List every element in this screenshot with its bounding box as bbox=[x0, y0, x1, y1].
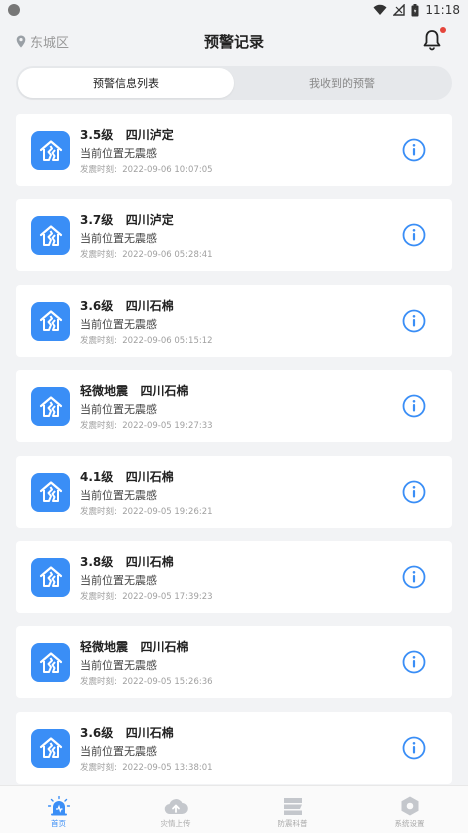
record-status: 当前位置无震感 bbox=[80, 403, 157, 417]
status-bar: 11:18 bbox=[0, 0, 468, 20]
record-status: 当前位置无震感 bbox=[80, 317, 157, 331]
record-title: 轻微地震 四川石棉 bbox=[80, 640, 189, 655]
record-time: 发震时刻: 2022-09-05 13:38:01 bbox=[80, 762, 213, 773]
alarm-icon bbox=[47, 796, 70, 816]
earthquake-house-icon bbox=[31, 387, 70, 427]
earthquake-house-icon bbox=[31, 216, 70, 256]
record-time: 发震时刻: 2022-09-05 19:26:21 bbox=[80, 506, 213, 517]
warning-record-card[interactable]: 轻微地震 四川石棉 当前位置无震感 发震时刻: 2022-09-05 19:27… bbox=[16, 370, 452, 443]
record-status: 当前位置无震感 bbox=[80, 232, 157, 246]
record-title: 轻微地震 四川石棉 bbox=[80, 384, 189, 399]
nav-disaster-upload-label: 灾情上传 bbox=[160, 819, 191, 828]
warning-record-card[interactable]: 3.8级 四川石棉 当前位置无震感 发震时刻: 2022-09-05 17:39… bbox=[16, 540, 452, 613]
warning-record-card[interactable]: 3.6级 四川石棉 当前位置无震感 发震时刻: 2022-09-05 13:38… bbox=[16, 711, 452, 784]
info-icon[interactable] bbox=[402, 480, 426, 504]
earthquake-house-icon bbox=[31, 131, 70, 170]
record-time: 发震时刻: 2022-09-05 17:39:23 bbox=[80, 591, 213, 602]
tab-received-warnings[interactable]: 我收到的预警 bbox=[234, 68, 450, 98]
wifi-icon bbox=[373, 4, 387, 15]
record-title: 3.5级 四川泸定 bbox=[80, 128, 174, 142]
earthquake-house-icon bbox=[31, 557, 70, 597]
record-status: 当前位置无震感 bbox=[80, 744, 157, 758]
nav-science[interactable]: 防震科普 bbox=[234, 786, 351, 833]
info-icon[interactable] bbox=[402, 650, 426, 674]
status-time: 11:18 bbox=[425, 3, 460, 17]
book-icon bbox=[283, 798, 302, 815]
tab-warning-list[interactable]: 预警信息列表 bbox=[18, 68, 234, 98]
earthquake-house-icon bbox=[31, 643, 70, 683]
page-title: 预警记录 bbox=[203, 33, 264, 51]
no-signal-icon bbox=[393, 4, 406, 16]
nav-settings[interactable]: 系统设置 bbox=[351, 786, 468, 833]
warning-list: 3.5级 四川泸定 当前位置无震感 发震时刻: 2022-09-06 10:07… bbox=[16, 114, 452, 797]
bottom-nav: 首页 灾情上传 防震科普 系统设置 bbox=[0, 785, 468, 833]
earthquake-house-icon bbox=[31, 472, 70, 512]
notification-dot-icon bbox=[8, 4, 20, 16]
nav-settings-label: 系统设置 bbox=[394, 819, 425, 828]
nav-home[interactable]: 首页 bbox=[0, 786, 117, 833]
unread-badge bbox=[440, 27, 446, 33]
record-title: 3.6级 四川石棉 bbox=[80, 298, 174, 313]
record-status: 当前位置无震感 bbox=[80, 147, 157, 160]
warning-record-card[interactable]: 3.7级 四川泸定 当前位置无震感 发震时刻: 2022-09-06 05:28… bbox=[16, 199, 452, 272]
record-title: 3.7级 四川泸定 bbox=[80, 213, 174, 228]
record-status: 当前位置无震感 bbox=[80, 488, 157, 502]
record-time: 发震时刻: 2022-09-06 10:07:05 bbox=[80, 165, 213, 175]
info-icon[interactable] bbox=[402, 394, 426, 418]
warning-record-card[interactable]: 3.6级 四川石棉 当前位置无震感 发震时刻: 2022-09-06 05:15… bbox=[16, 284, 452, 357]
warning-record-card[interactable]: 轻微地震 四川石棉 当前位置无震感 发震时刻: 2022-09-05 15:26… bbox=[16, 626, 452, 699]
nav-science-label: 防震科普 bbox=[277, 819, 308, 828]
record-time: 发震时刻: 2022-09-06 05:15:12 bbox=[80, 335, 213, 346]
cloud-upload-icon bbox=[164, 799, 188, 815]
record-status: 当前位置无震感 bbox=[80, 573, 157, 587]
earthquake-house-icon bbox=[31, 301, 70, 341]
info-icon[interactable] bbox=[402, 138, 426, 162]
settings-icon bbox=[401, 796, 418, 816]
record-time: 发震时刻: 2022-09-05 19:27:33 bbox=[80, 421, 213, 432]
record-title: 4.1级 四川石棉 bbox=[80, 469, 174, 484]
nav-disaster-upload[interactable]: 灾情上传 bbox=[117, 786, 234, 833]
header: 东城区 预警记录 bbox=[0, 24, 468, 58]
battery-icon bbox=[411, 3, 419, 16]
nav-home-label: 首页 bbox=[51, 819, 66, 828]
record-time: 发震时刻: 2022-09-05 15:26:36 bbox=[80, 677, 213, 688]
record-title: 3.8级 四川石棉 bbox=[80, 554, 174, 569]
record-time: 发震时刻: 2022-09-06 05:28:41 bbox=[80, 250, 213, 261]
info-icon[interactable] bbox=[402, 565, 426, 589]
info-icon[interactable] bbox=[402, 223, 426, 247]
info-icon[interactable] bbox=[402, 736, 426, 760]
notifications-button[interactable] bbox=[420, 27, 446, 52]
tab-bar: 预警信息列表 我收到的预警 bbox=[16, 66, 452, 100]
record-status: 当前位置无震感 bbox=[80, 659, 157, 673]
earthquake-house-icon bbox=[31, 728, 70, 768]
info-icon[interactable] bbox=[402, 309, 426, 333]
warning-record-card[interactable]: 3.5级 四川泸定 当前位置无震感 发震时刻: 2022-09-06 10:07… bbox=[16, 114, 452, 186]
record-title: 3.6级 四川石棉 bbox=[80, 725, 174, 740]
warning-record-card[interactable]: 4.1级 四川石棉 当前位置无震感 发震时刻: 2022-09-05 19:26… bbox=[16, 455, 452, 528]
